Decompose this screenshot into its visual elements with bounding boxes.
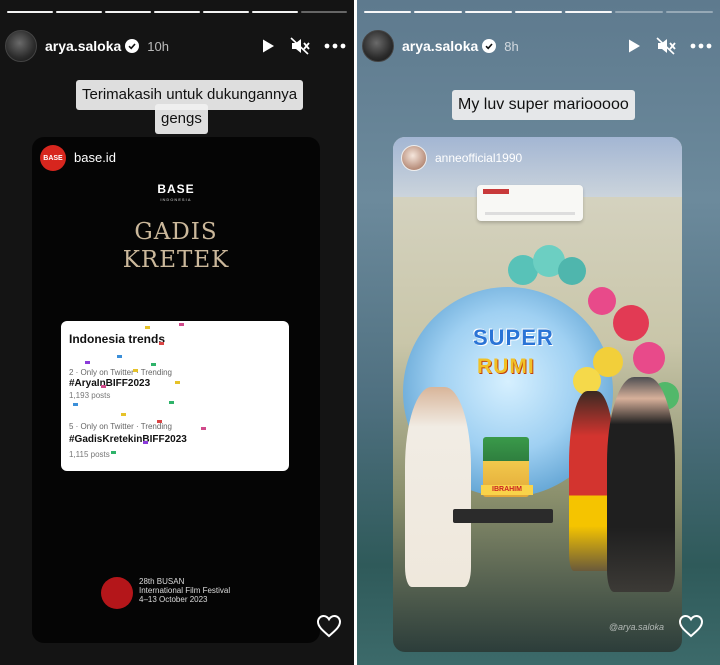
wordmark-subtext: INDONESIA (160, 197, 192, 202)
speaker-muted-icon[interactable] (656, 37, 676, 55)
confetti-piece (159, 342, 164, 345)
balloon (613, 305, 649, 341)
verified-badge-icon (482, 39, 497, 53)
post-time: 8h (504, 38, 519, 54)
username[interactable]: arya.saloka (402, 38, 478, 54)
progress-segment (105, 11, 151, 13)
cake-name-label: IBRAHIM (481, 485, 533, 495)
trends-panel: Indonesia trends 2 · Only on Twitter · T… (61, 321, 289, 471)
confetti-piece (73, 403, 78, 406)
progress-segment (154, 11, 200, 13)
story-right[interactable]: arya.saloka 8h My luv super mariooooo an… (357, 0, 720, 665)
wordmark-text: BASE (157, 182, 195, 196)
progress-segment (414, 11, 462, 13)
heart-icon[interactable] (316, 614, 342, 643)
post-time: 10h (147, 38, 169, 54)
progress-segment (615, 11, 663, 13)
brand-wordmark: BASE INDONESIA (32, 182, 320, 202)
progress-segment (7, 11, 53, 13)
confetti-piece (85, 361, 90, 364)
progress-segment (464, 11, 512, 13)
festival-dates: 4–13 October 2023 (139, 595, 208, 604)
series-title-line2: KRETEK (122, 247, 230, 273)
confetti-piece (101, 385, 106, 388)
ac-grill (485, 212, 575, 215)
confetti-piece (175, 381, 180, 384)
story-left[interactable]: arya.saloka 10h Terimakasih untuk dukung… (0, 0, 354, 665)
progress-segment (203, 11, 249, 13)
story-header: arya.saloka 8h (362, 28, 712, 64)
man-figure (607, 377, 675, 592)
story-header: arya.saloka 10h (5, 28, 346, 64)
reposted-account-handle[interactable]: anneofficial1990 (435, 151, 522, 165)
story-caption-line2: gengs (155, 104, 208, 134)
trend-hashtag: #AryaInBIFF2023 (69, 378, 151, 389)
confetti-piece (169, 401, 174, 404)
party-banner-line1: SUPER (473, 325, 554, 350)
ac-brand-strip (483, 189, 509, 194)
confetti-piece (201, 427, 206, 430)
progress-segment (56, 11, 102, 13)
trends-heading: Indonesia trends (69, 332, 166, 346)
play-icon[interactable] (626, 38, 642, 54)
verified-badge-icon (125, 39, 140, 53)
trend-count: 1,193 posts (69, 391, 111, 400)
confetti-piece (121, 413, 126, 416)
progress-segment (252, 11, 298, 13)
progress-bar (7, 11, 347, 13)
busan-festival-logo (101, 577, 133, 609)
confetti-piece (111, 451, 116, 454)
reshared-story-card[interactable]: anneofficial1990 SUPER RUMI IBRAHIM @ary… (393, 137, 682, 652)
festival-name: 28th BUSAN (139, 577, 185, 586)
avatar[interactable] (401, 145, 427, 171)
more-icon[interactable] (690, 43, 712, 49)
woman-figure (405, 387, 471, 587)
party-banner-line2: RUMI (477, 355, 535, 378)
confetti-piece (143, 441, 148, 444)
cake-table (453, 509, 553, 523)
trend-hashtag: #GadisKretekinBIFF2023 (69, 434, 187, 445)
confetti-piece (117, 355, 122, 358)
progress-bar (364, 11, 713, 13)
air-conditioner (477, 185, 583, 221)
account-logo: BASE (40, 145, 66, 171)
balloon (633, 342, 665, 374)
trend-meta: 5 · Only on Twitter · Trending (69, 422, 173, 431)
confetti-piece (151, 363, 156, 366)
photo-watermark: @arya.saloka (608, 622, 664, 632)
story-caption: My luv super mariooooo (452, 90, 635, 120)
progress-segment (565, 11, 613, 13)
confetti-piece (133, 369, 138, 372)
progress-segment (364, 11, 412, 13)
reshared-post-card[interactable]: BASE base.id BASE INDONESIA GADIS KRETEK… (32, 137, 320, 643)
trend-meta: 2 · Only on Twitter · Trending (69, 368, 173, 377)
heart-icon[interactable] (678, 614, 704, 643)
balloon (558, 257, 586, 285)
festival-info: 28th BUSAN International Film Festival 4… (139, 577, 230, 604)
confetti-piece (179, 323, 184, 326)
progress-segment (301, 11, 347, 13)
more-icon[interactable] (324, 43, 346, 49)
account-handle[interactable]: base.id (74, 150, 116, 165)
festival-full-name: International Film Festival (139, 586, 231, 595)
avatar[interactable] (362, 30, 394, 62)
trend-count: 1,115 posts (69, 450, 110, 459)
speaker-muted-icon[interactable] (290, 37, 310, 55)
series-title-line1: GADIS (134, 219, 218, 245)
confetti-piece (157, 420, 162, 423)
avatar[interactable] (5, 30, 37, 62)
username[interactable]: arya.saloka (45, 38, 121, 54)
progress-segment (665, 11, 713, 13)
confetti-piece (145, 326, 150, 329)
play-icon[interactable] (260, 38, 276, 54)
balloon (588, 287, 616, 315)
progress-segment (514, 11, 563, 13)
